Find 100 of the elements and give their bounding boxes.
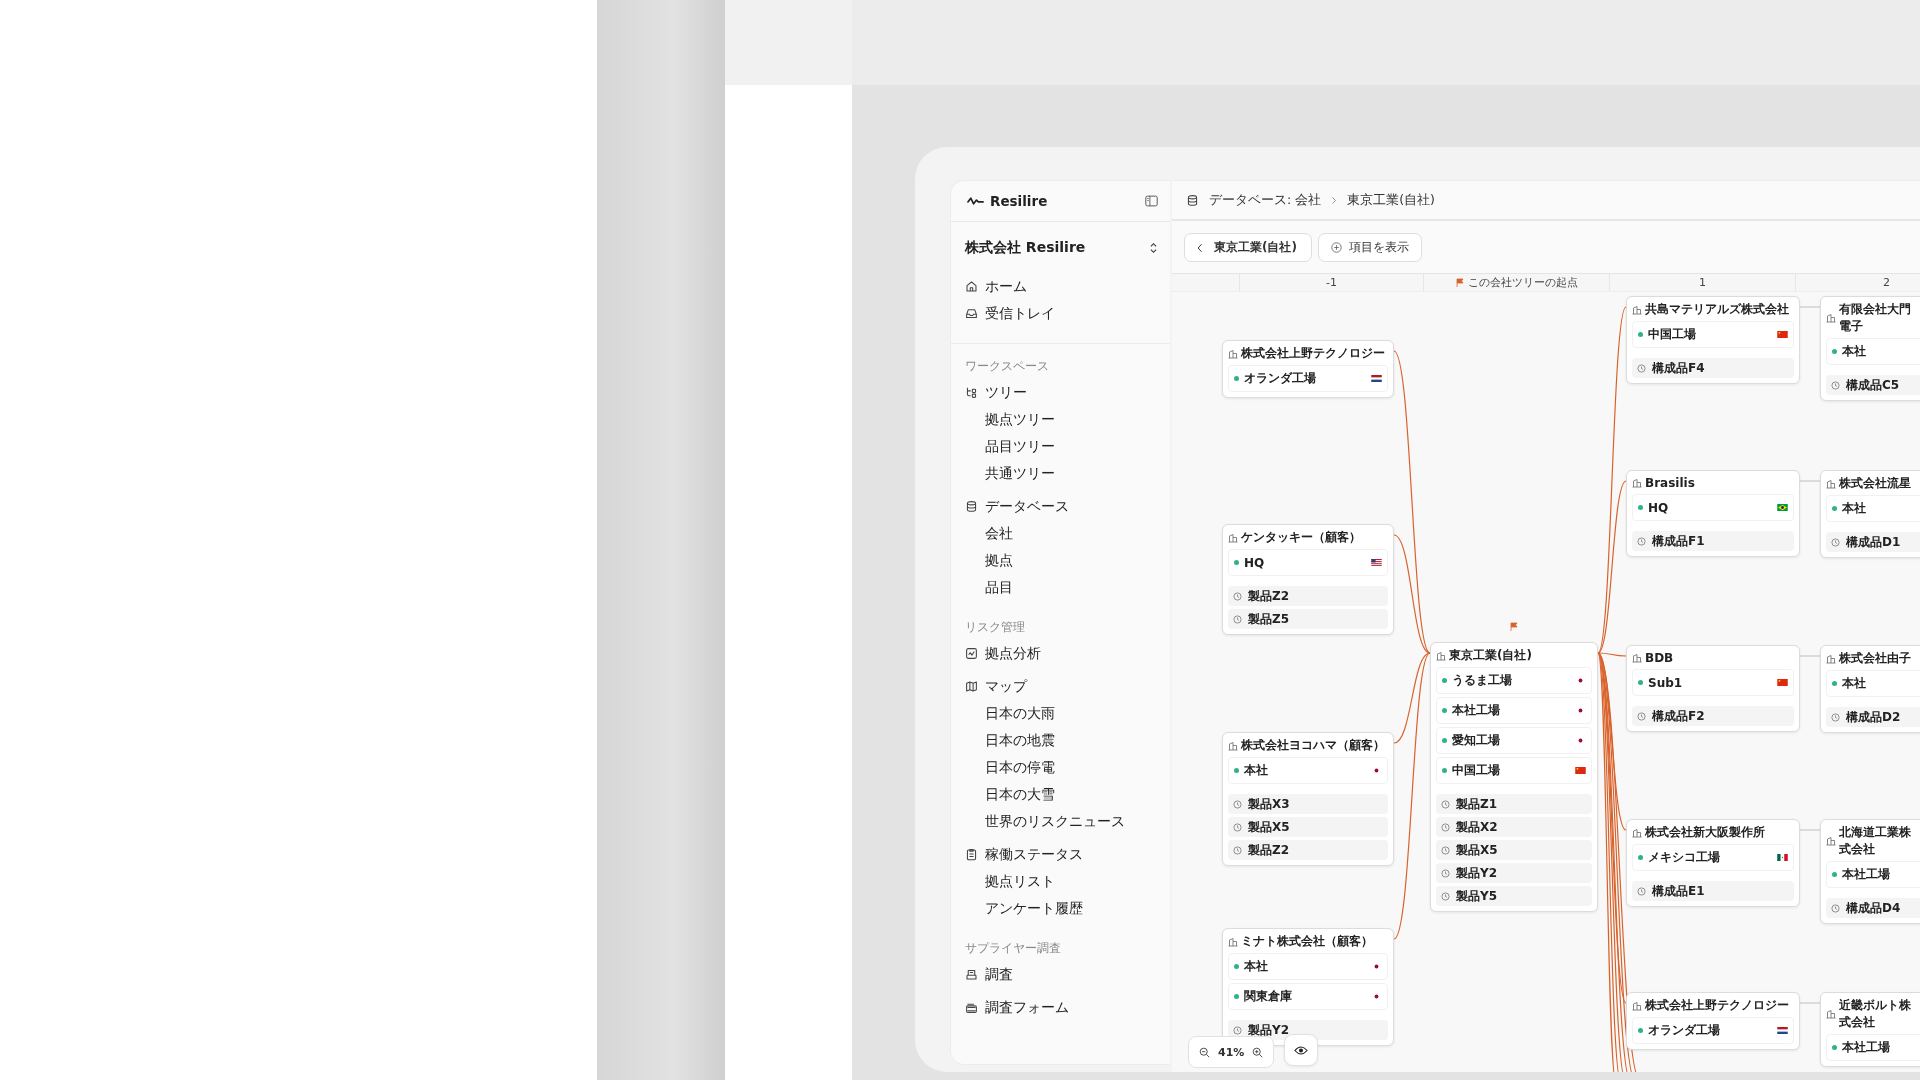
nav-item[interactable]: ホーム xyxy=(965,273,1156,300)
company-name: BDB xyxy=(1645,651,1674,665)
product-row[interactable]: 構成品D4 xyxy=(1826,898,1920,918)
nav-subitem[interactable]: 日本の地震 xyxy=(965,727,1156,754)
company-name: 株式会社上野テクノロジー xyxy=(1241,345,1385,362)
visibility-button[interactable] xyxy=(1284,1034,1318,1066)
company-card[interactable]: 株式会社由子 本社 構成品D2 xyxy=(1820,645,1920,733)
zoom-in-icon[interactable] xyxy=(1252,1046,1264,1058)
product-row[interactable]: 製品Z2 xyxy=(1228,840,1388,860)
flag-icon xyxy=(1777,854,1788,861)
product-row[interactable]: 構成品E1 xyxy=(1632,881,1794,901)
show-items-button[interactable]: 項目を表示 xyxy=(1317,233,1422,262)
company-card[interactable]: 株式会社ヨコハマ（顧客） 本社 製品X3 製品X5 製品Z2 xyxy=(1222,732,1394,866)
site-row[interactable]: Sub1 xyxy=(1632,669,1794,696)
product-row[interactable]: 製品X3 xyxy=(1228,794,1388,814)
zoom-out-icon[interactable] xyxy=(1199,1046,1210,1058)
back-button[interactable]: 東京工業(自社) xyxy=(1184,233,1312,262)
site-row[interactable]: 本社工場 xyxy=(1826,861,1920,888)
company-card[interactable]: 株式会社新大阪製作所 メキシコ工場 構成品E1 xyxy=(1626,819,1800,907)
product-row[interactable]: 製品X5 xyxy=(1436,840,1592,860)
nav-item[interactable]: ツリー xyxy=(965,379,1156,406)
product-row[interactable]: 構成品F1 xyxy=(1632,531,1794,551)
site-row[interactable]: オランダ工場 xyxy=(1632,1017,1794,1044)
nav-subitem[interactable]: 拠点リスト xyxy=(965,868,1156,895)
site-row[interactable]: うるま工場 xyxy=(1436,667,1592,694)
nav-item[interactable]: 調査フォーム xyxy=(965,994,1156,1021)
nav-item[interactable]: マップ xyxy=(965,673,1156,700)
flag-icon xyxy=(1777,679,1788,686)
site-row[interactable]: メキシコ工場 xyxy=(1632,844,1794,871)
site-row[interactable]: 本社工場 xyxy=(1826,1034,1920,1061)
company-card[interactable]: 近畿ボルト株式会社 本社工場 xyxy=(1820,992,1920,1067)
status-dot xyxy=(1442,678,1447,683)
site-name: 中国工場 xyxy=(1452,762,1501,779)
product-row[interactable]: 製品Z2 xyxy=(1228,586,1388,606)
company-card[interactable]: BDB Sub1 構成品F2 xyxy=(1626,645,1800,732)
nav-subitem[interactable]: 共通ツリー xyxy=(965,460,1156,487)
nav-subitem[interactable]: 世界のリスクニュース xyxy=(965,808,1156,835)
sidebar-toggle-icon[interactable] xyxy=(1145,195,1158,207)
nav-subitem[interactable]: 日本の大雪 xyxy=(965,781,1156,808)
nav-subitem[interactable]: 品目 xyxy=(965,574,1156,601)
plus-circle-icon xyxy=(1330,242,1342,253)
site-row[interactable]: 本社 xyxy=(1826,670,1920,697)
product-row[interactable]: 構成品C5 xyxy=(1826,375,1920,395)
nav-subitem[interactable]: 会社 xyxy=(965,520,1156,547)
company-card[interactable]: 株式会社上野テクノロジー オランダ工場 xyxy=(1626,992,1800,1050)
product-row[interactable]: 製品Z1 xyxy=(1436,794,1592,814)
nav-item[interactable]: 受信トレイ xyxy=(965,300,1156,327)
site-row[interactable]: 本社工場 xyxy=(1436,697,1592,724)
nav-item[interactable]: 稼働ステータス xyxy=(965,841,1156,868)
company-name: 株式会社上野テクノロジー xyxy=(1645,997,1789,1014)
company-card[interactable]: ミナト株式会社（顧客） 本社 関東倉庫 製品Y2 xyxy=(1222,928,1394,1046)
site-row[interactable]: 本社 xyxy=(1228,953,1388,980)
status-dot xyxy=(1638,505,1643,510)
nav-subitem[interactable]: 日本の大雨 xyxy=(965,700,1156,727)
nav-item[interactable]: 調査 xyxy=(965,961,1156,988)
product-row[interactable]: 製品Y5 xyxy=(1436,886,1592,906)
site-row[interactable]: 中国工場 xyxy=(1632,321,1794,348)
site-row[interactable]: オランダ工場 xyxy=(1228,365,1388,392)
product-row[interactable]: 製品Y2 xyxy=(1436,863,1592,883)
product-row[interactable]: 構成品F2 xyxy=(1632,706,1794,726)
site-row[interactable]: 中国工場 xyxy=(1436,757,1592,784)
inbox-icon xyxy=(965,307,978,320)
status-dot xyxy=(1442,768,1447,773)
company-card[interactable]: ケンタッキー（顧客） HQ 製品Z2 製品Z5 xyxy=(1222,524,1394,635)
product-row[interactable]: 構成品D1 xyxy=(1826,532,1920,552)
company-switcher[interactable]: 株式会社 Resilire xyxy=(965,239,1158,257)
breadcrumb-link[interactable]: 東京工業(自社) xyxy=(1347,191,1435,209)
clock-icon xyxy=(1233,822,1242,832)
breadcrumb-link[interactable]: データベース: 会社 xyxy=(1209,191,1322,209)
nav-subitem[interactable]: 拠点ツリー xyxy=(965,406,1156,433)
site-name: HQ xyxy=(1244,555,1266,570)
company-card[interactable]: 株式会社上野テクノロジー オランダ工場 xyxy=(1222,340,1394,398)
company-card[interactable]: 株式会社流星 本社 構成品D1 xyxy=(1820,470,1920,558)
nav-subitem[interactable]: 日本の停電 xyxy=(965,754,1156,781)
site-row[interactable]: HQ xyxy=(1228,549,1388,576)
company-card[interactable]: Brasilis HQ 構成品F1 xyxy=(1626,470,1800,557)
site-row[interactable]: 本社 xyxy=(1826,495,1920,522)
company-card[interactable]: 有限会社大門電子 本社 構成品C5 xyxy=(1820,296,1920,401)
nav-item[interactable]: 拠点分析 xyxy=(965,640,1156,667)
site-row[interactable]: 関東倉庫 xyxy=(1228,983,1388,1010)
site-row[interactable]: 愛知工場 xyxy=(1436,727,1592,754)
product-row[interactable]: 構成品D2 xyxy=(1826,707,1920,727)
product-row[interactable]: 構成品F4 xyxy=(1632,358,1794,378)
nav-subitem[interactable]: アンケート履歴 xyxy=(965,895,1156,922)
product-row[interactable]: 製品Z5 xyxy=(1228,609,1388,629)
nav-subitem[interactable]: 品目ツリー xyxy=(965,433,1156,460)
company-card[interactable]: 東京工業(自社) うるま工場 本社工場 愛知工場 中国工場 製品Z1 製品X2 製品X5 製品Y2 製品Y5 xyxy=(1430,642,1598,912)
product-name: 構成品F1 xyxy=(1652,532,1705,550)
nav-item[interactable]: データベース xyxy=(965,493,1156,520)
product-name: 構成品D1 xyxy=(1846,533,1901,551)
company-card[interactable]: 共島マテリアルズ株式会社 中国工場 構成品F4 xyxy=(1626,296,1800,384)
product-row[interactable]: 製品X5 xyxy=(1228,817,1388,837)
clock-icon xyxy=(1831,537,1840,547)
site-row[interactable]: 本社 xyxy=(1228,757,1388,784)
product-row[interactable]: 製品Y2 xyxy=(1228,1020,1388,1040)
site-row[interactable]: HQ xyxy=(1632,494,1794,521)
site-row[interactable]: 本社 xyxy=(1826,338,1920,365)
nav-subitem[interactable]: 拠点 xyxy=(965,547,1156,574)
company-card[interactable]: 北海道工業株式会社 本社工場 構成品D4 xyxy=(1820,819,1920,924)
product-row[interactable]: 製品X2 xyxy=(1436,817,1592,837)
